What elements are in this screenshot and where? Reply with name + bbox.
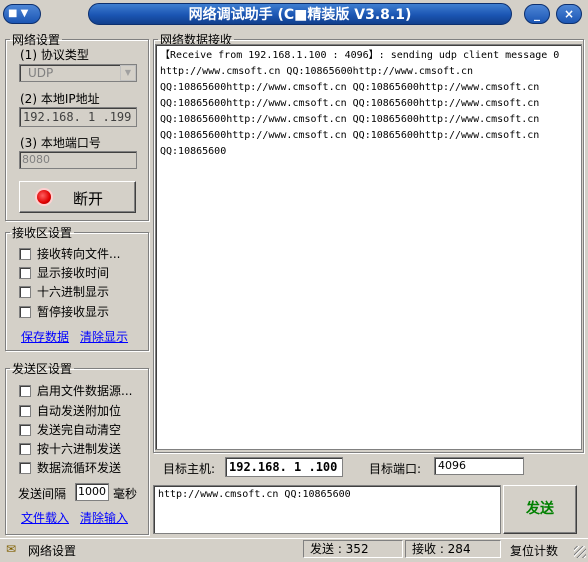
system-menu-button[interactable]: ■ ▼ bbox=[3, 4, 41, 24]
receive-line: QQ:10865600http://www.cmsoft.cn QQ:10865… bbox=[160, 130, 540, 141]
checkbox-label: 接收转向文件... bbox=[37, 247, 121, 261]
sent-count: 发送 : 352 bbox=[303, 540, 403, 558]
target-port-field[interactable]: 4096 bbox=[434, 457, 524, 475]
disconnect-button[interactable]: 断开 bbox=[19, 181, 136, 213]
loop-send-checkbox[interactable]: 数据流循环发送 bbox=[19, 459, 121, 476]
interval-unit-label: 毫秒 bbox=[113, 487, 138, 501]
checkbox-label: 显示接收时间 bbox=[37, 266, 110, 280]
send-settings-legend: 发送区设置 bbox=[12, 362, 73, 376]
local-ip-label: (2) 本地IP地址 bbox=[20, 92, 100, 106]
show-recv-time-checkbox[interactable]: 显示接收时间 bbox=[19, 264, 109, 281]
file-source-checkbox[interactable]: 启用文件数据源... bbox=[19, 382, 132, 399]
disconnect-label: 断开 bbox=[73, 190, 104, 208]
checkbox-label: 发送完自动清空 bbox=[37, 423, 122, 437]
chevron-down-icon[interactable]: ▼ bbox=[120, 65, 136, 81]
checkbox-box[interactable] bbox=[19, 384, 31, 397]
local-port-label: (3) 本地端口号 bbox=[20, 136, 101, 150]
recv-to-file-checkbox[interactable]: 接收转向文件... bbox=[19, 245, 120, 262]
checkbox-label: 自动发送附加位 bbox=[37, 404, 122, 418]
target-host-label: 目标主机: bbox=[163, 462, 216, 476]
receive-line: QQ:10865600http://www.cmsoft.cn QQ:10865… bbox=[160, 98, 540, 109]
checkbox-label: 数据流循环发送 bbox=[37, 461, 122, 475]
connection-indicator-icon bbox=[37, 190, 51, 204]
target-port-label: 目标端口: bbox=[369, 462, 422, 476]
minimize-button[interactable]: _ bbox=[524, 4, 550, 24]
chevron-down-icon: ▼ bbox=[20, 8, 29, 19]
checkbox-label: 十六进制显示 bbox=[37, 285, 110, 299]
receive-line: http://www.cmsoft.cn QQ:10865600http://w… bbox=[160, 66, 474, 77]
window-title: 网络调试助手 (C■精装版 V3.8.1) bbox=[88, 3, 512, 25]
clear-input-link[interactable]: 清除输入 bbox=[80, 509, 128, 526]
close-button[interactable]: × bbox=[556, 4, 582, 24]
local-ip-field[interactable]: 192.168. 1 .199 bbox=[19, 107, 137, 127]
status-mode-label: 网络设置 bbox=[28, 544, 77, 558]
append-bit-checkbox[interactable]: 自动发送附加位 bbox=[19, 402, 121, 419]
checkbox-box[interactable] bbox=[19, 442, 31, 455]
protocol-label: (1) 协议类型 bbox=[20, 48, 89, 62]
local-port-field[interactable]: 8080 bbox=[19, 151, 137, 169]
receive-line: 【Receive from 192.168.1.100 : 4096】: sen… bbox=[160, 50, 560, 61]
target-host-field[interactable]: 192.168. 1 .100 bbox=[225, 457, 343, 477]
window-icon: ■ bbox=[8, 8, 18, 19]
network-status-icon: ✉ bbox=[6, 542, 17, 556]
checkbox-label: 启用文件数据源... bbox=[37, 384, 133, 398]
receive-line: QQ:10865600http://www.cmsoft.cn QQ:10865… bbox=[160, 82, 540, 93]
auto-clear-checkbox[interactable]: 发送完自动清空 bbox=[19, 421, 121, 438]
received-count: 接收 : 284 bbox=[405, 540, 501, 558]
checkbox-label: 暂停接收显示 bbox=[37, 305, 110, 319]
protocol-select[interactable]: UDP ▼ bbox=[19, 64, 137, 82]
checkbox-box[interactable] bbox=[19, 404, 31, 417]
checkbox-box[interactable] bbox=[19, 423, 31, 436]
send-button[interactable]: 发送 bbox=[503, 485, 577, 534]
receive-line: QQ:10865600http://www.cmsoft.cn QQ:10865… bbox=[160, 114, 540, 125]
send-text-area[interactable]: http://www.cmsoft.cn QQ:10865600 bbox=[153, 485, 501, 534]
checkbox-box[interactable] bbox=[19, 285, 31, 298]
load-file-link[interactable]: 文件载入 bbox=[21, 509, 69, 526]
checkbox-box[interactable] bbox=[19, 247, 31, 260]
protocol-value: UDP bbox=[28, 66, 54, 80]
reset-count-button[interactable]: 复位计数 bbox=[510, 542, 558, 559]
hex-display-checkbox[interactable]: 十六进制显示 bbox=[19, 283, 109, 300]
checkbox-box[interactable] bbox=[19, 266, 31, 279]
checkbox-label: 按十六进制发送 bbox=[37, 442, 122, 456]
checkbox-box[interactable] bbox=[19, 461, 31, 474]
save-data-link[interactable]: 保存数据 bbox=[21, 328, 69, 345]
receive-line: QQ:10865600 bbox=[160, 146, 227, 157]
receive-settings-legend: 接收区设置 bbox=[12, 226, 73, 240]
send-interval-field[interactable]: 1000 bbox=[75, 483, 109, 501]
title-bar: ■ ▼ 网络调试助手 (C■精装版 V3.8.1) _ × bbox=[0, 0, 588, 28]
hex-send-checkbox[interactable]: 按十六进制发送 bbox=[19, 440, 121, 457]
resize-grip-icon[interactable] bbox=[574, 546, 586, 558]
clear-display-link[interactable]: 清除显示 bbox=[80, 328, 128, 345]
pause-display-checkbox[interactable]: 暂停接收显示 bbox=[19, 303, 109, 320]
checkbox-box[interactable] bbox=[19, 305, 31, 318]
receive-text-area[interactable]: 【Receive from 192.168.1.100 : 4096】: sen… bbox=[155, 44, 582, 450]
send-interval-label: 发送间隔 bbox=[18, 487, 67, 501]
